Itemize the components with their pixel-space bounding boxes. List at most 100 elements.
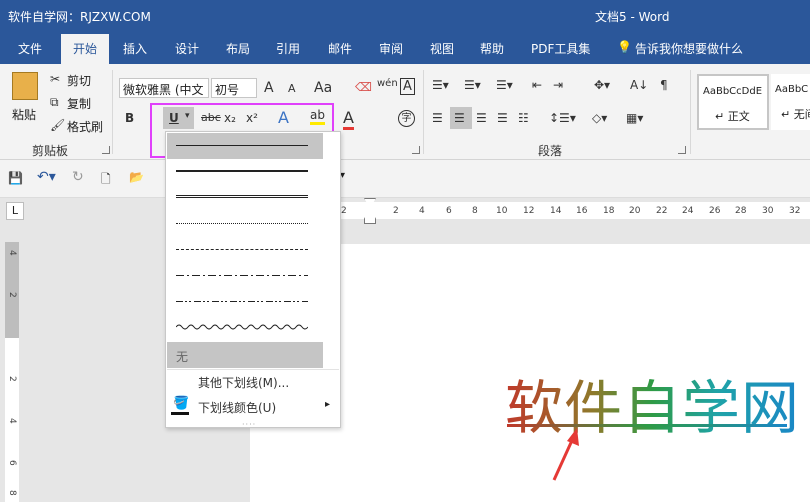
save-icon[interactable]: 💾 xyxy=(8,171,23,185)
separator xyxy=(112,70,113,154)
cut-button[interactable]: 剪切 xyxy=(67,72,91,89)
annotation-arrow-icon xyxy=(552,428,579,481)
ruler-tick: 26 xyxy=(709,206,721,216)
tab-references[interactable]: 引用 xyxy=(276,40,300,57)
tab-home[interactable]: 开始 xyxy=(61,34,110,64)
underline-option-wave[interactable] xyxy=(167,315,323,341)
underline-option-dashed[interactable] xyxy=(167,237,323,263)
tab-insert[interactable]: 插入 xyxy=(123,40,147,57)
tab-review[interactable]: 审阅 xyxy=(379,40,403,57)
clipboard-group-label: 剪贴板 xyxy=(32,144,69,158)
style-normal[interactable]: AaBbCcDdE ↵ 正文 xyxy=(697,74,769,130)
underline-color-item[interactable]: 下划线颜色(U) xyxy=(198,399,276,416)
ruler-margin xyxy=(5,242,19,338)
line-spacing-icon[interactable]: ↕☰▾ xyxy=(549,111,576,125)
underline-option-single[interactable] xyxy=(167,133,323,159)
ruler-tick: 12 xyxy=(523,206,535,216)
none-label: 无 xyxy=(176,350,189,364)
site-title: 软件自学网：RJZXW.COM xyxy=(8,10,151,24)
underline-option-thick[interactable] xyxy=(167,159,323,185)
tell-me-search[interactable]: 告诉我你想要做什么 xyxy=(635,40,743,57)
ruler-tick: 28 xyxy=(735,206,747,216)
underline-option-dotted[interactable] xyxy=(167,211,323,237)
redo-icon[interactable]: ↻ xyxy=(72,169,84,185)
enclose-characters-button[interactable]: 字 xyxy=(398,110,415,127)
tab-layout[interactable]: 布局 xyxy=(226,40,250,57)
tab-pdf-tools[interactable]: PDF工具集 xyxy=(531,40,590,57)
justify-icon[interactable]: ☰ xyxy=(497,111,508,125)
ruler-tick: 14 xyxy=(550,206,562,216)
ruler-tick: 32 xyxy=(789,206,801,216)
ruler-tick: 8 xyxy=(472,206,478,216)
ruler-tick: 6 xyxy=(7,460,17,466)
separator xyxy=(423,70,424,154)
ruler-tick: 24 xyxy=(682,206,694,216)
underline-option-double[interactable] xyxy=(167,185,323,211)
underline-option-none[interactable]: 无 xyxy=(167,342,323,368)
paragraph-group-label: 段落 xyxy=(538,144,563,158)
increase-indent-icon[interactable]: ⇥ xyxy=(553,78,563,92)
asian-layout-icon[interactable]: ✥▾ xyxy=(594,78,610,92)
ruler-tick: 8 xyxy=(7,490,17,496)
tab-design[interactable]: 设计 xyxy=(175,40,199,57)
numbering-icon[interactable]: ☰▾ xyxy=(464,78,481,92)
decrease-indent-icon[interactable]: ⇤ xyxy=(532,78,542,92)
tab-selector-icon[interactable]: L xyxy=(6,202,24,220)
font-launcher-icon[interactable] xyxy=(412,146,420,154)
clear-format-icon[interactable]: ⌫ xyxy=(355,80,372,94)
underline-option-dash-dot-dot[interactable] xyxy=(167,289,323,315)
open-folder-icon[interactable]: 📂 xyxy=(129,170,144,184)
show-marks-icon[interactable]: ¶ xyxy=(660,78,668,92)
ruler-tick: 18 xyxy=(603,206,615,216)
font-color-button[interactable]: A xyxy=(343,108,354,130)
copy-button[interactable]: 复制 xyxy=(67,95,91,112)
grow-font-button[interactable]: A xyxy=(264,80,274,96)
borders-icon[interactable]: ▦▾ xyxy=(626,111,643,125)
align-left-icon[interactable]: ☰ xyxy=(432,111,443,125)
bullets-icon[interactable]: ☰▾ xyxy=(432,78,449,92)
more-underlines-item[interactable]: 其他下划线(M)... xyxy=(198,374,289,391)
shrink-font-button[interactable]: A xyxy=(288,82,296,95)
clipboard-launcher-icon[interactable] xyxy=(102,146,110,154)
ruler-tick: 20 xyxy=(629,206,641,216)
ruler-tick: 2 xyxy=(393,206,399,216)
paste-icon[interactable] xyxy=(12,72,38,100)
sort-icon[interactable]: A↓ xyxy=(630,78,648,92)
align-center-icon[interactable]: ☰ xyxy=(454,111,465,125)
underline-style-dropdown: 无 其他下划线(M)... 🪣 下划线颜色(U) ▸ ···· xyxy=(165,131,341,429)
phonetic-guide-button[interactable]: wén xyxy=(377,78,398,89)
scissors-icon: ✂ xyxy=(50,72,61,86)
undo-icon[interactable]: ↶▾ xyxy=(37,169,56,185)
distributed-icon[interactable]: ☷ xyxy=(518,111,529,125)
underline-option-dash-dot[interactable] xyxy=(167,263,323,289)
tab-file[interactable]: 文件 xyxy=(18,40,42,57)
paragraph-launcher-icon[interactable] xyxy=(678,146,686,154)
font-name-combo[interactable]: 微软雅黑 (中文 xyxy=(119,78,209,98)
multilevel-list-icon[interactable]: ☰▾ xyxy=(496,78,513,92)
submenu-arrow-icon: ▸ xyxy=(325,399,331,410)
align-right-icon[interactable]: ☰ xyxy=(476,111,487,125)
ribbon: 粘贴 ✂ 剪切 ⧉ 复制 🖌 格式刷 剪贴板 微软雅黑 (中文 初号 A A A… xyxy=(0,64,810,160)
new-document-icon[interactable]: 🗋 xyxy=(101,170,111,191)
change-case-button[interactable]: Aa xyxy=(314,80,332,96)
ruler-tick: 2 xyxy=(7,292,17,298)
tab-help[interactable]: 帮助 xyxy=(480,40,504,57)
tab-mailings[interactable]: 邮件 xyxy=(328,40,352,57)
font-size-combo[interactable]: 初号 xyxy=(211,78,257,98)
style-sample: AaBbCcDdE xyxy=(703,86,763,97)
style-no-spacing[interactable]: AaBbC ↵ 无间 xyxy=(771,74,810,130)
quick-access-toolbar: 💾 ↶▾ ↻ 🗋 📂 ▾ xyxy=(0,160,810,198)
shading-icon[interactable]: ◇▾ xyxy=(592,111,607,125)
format-painter-button[interactable]: 格式刷 xyxy=(67,118,103,135)
style-name: ↵ 无间 xyxy=(781,108,810,121)
copy-icon: ⧉ xyxy=(50,95,59,109)
character-border-button[interactable]: A xyxy=(400,78,415,95)
ruler-tick: 16 xyxy=(576,206,588,216)
bold-button[interactable]: B xyxy=(125,111,134,125)
paste-button[interactable]: 粘贴 xyxy=(12,106,36,123)
ruler-tick: 4 xyxy=(7,250,17,256)
vertical-ruler: 4 2 2 4 6 8 xyxy=(0,242,24,502)
resize-grip-icon[interactable]: ···· xyxy=(242,420,256,429)
separator xyxy=(690,70,691,154)
tab-view[interactable]: 视图 xyxy=(430,40,454,57)
